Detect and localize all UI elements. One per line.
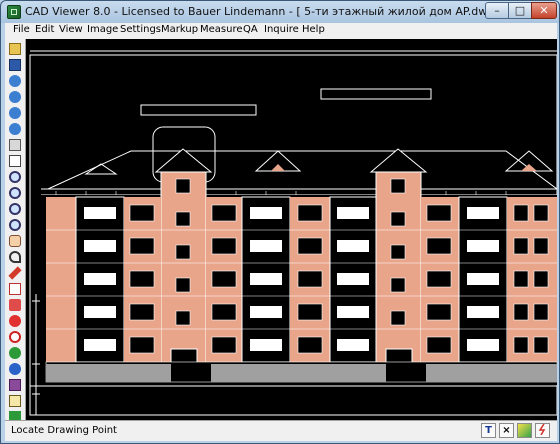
- open-icon[interactable]: [7, 41, 23, 57]
- lightning-icon: [538, 423, 546, 436]
- redline-icon[interactable]: [7, 345, 23, 361]
- menu-view[interactable]: View: [59, 24, 83, 35]
- undo-icon[interactable]: [7, 249, 23, 265]
- print-icon[interactable]: [7, 137, 23, 153]
- menu-inquire[interactable]: Inquire: [264, 24, 299, 35]
- stamp-icon[interactable]: [7, 329, 23, 345]
- menu-edit[interactable]: Edit: [35, 24, 54, 35]
- window-title: CAD Viewer 8.0 - Licensed to Bauer Linde…: [25, 5, 532, 18]
- zoom-out-icon[interactable]: [7, 201, 23, 217]
- zoom-in-icon[interactable]: [7, 185, 23, 201]
- menu-settings[interactable]: Settings: [120, 24, 161, 35]
- menu-file[interactable]: File: [13, 24, 30, 35]
- next-page-icon[interactable]: [7, 121, 23, 137]
- color-toggle-button[interactable]: [517, 423, 532, 438]
- application-window: CAD Viewer 8.0 - Licensed to Bauer Linde…: [0, 0, 560, 444]
- book-icon[interactable]: [7, 377, 23, 393]
- help-icon[interactable]: [7, 393, 23, 409]
- drawing-canvas[interactable]: [26, 39, 557, 420]
- save-icon[interactable]: [7, 57, 23, 73]
- zoom-icon[interactable]: [7, 169, 23, 185]
- menu-help[interactable]: Help: [302, 24, 325, 35]
- info-icon[interactable]: [7, 361, 23, 377]
- tool-sidebar: [5, 39, 26, 420]
- status-bar: Locate Drawing Point T ×: [5, 420, 557, 441]
- zoom-window-icon[interactable]: [7, 217, 23, 233]
- previous-page-icon[interactable]: [7, 105, 23, 121]
- layers-icon[interactable]: [7, 313, 23, 329]
- minimize-button[interactable]: –: [485, 2, 509, 19]
- maximize-button[interactable]: □: [508, 2, 532, 19]
- text-icon[interactable]: [7, 281, 23, 297]
- menu-qa[interactable]: QA: [243, 24, 258, 35]
- eraser-icon[interactable]: [7, 297, 23, 313]
- menu-bar: File Edit View Image Settings Markup Mea…: [5, 23, 557, 39]
- fit-window-icon[interactable]: [7, 153, 23, 169]
- text-toggle-button[interactable]: T: [481, 423, 496, 438]
- menu-image[interactable]: Image: [87, 24, 118, 35]
- close-button[interactable]: ✕: [531, 2, 557, 19]
- status-text: Locate Drawing Point: [11, 425, 117, 436]
- back-arrow-icon[interactable]: [7, 73, 23, 89]
- title-bar[interactable]: CAD Viewer 8.0 - Licensed to Bauer Linde…: [1, 1, 559, 23]
- menu-measure[interactable]: Measure: [200, 24, 243, 35]
- snap-toggle-button[interactable]: [535, 423, 550, 438]
- menu-markup[interactable]: Markup: [161, 24, 198, 35]
- pan-icon[interactable]: [7, 233, 23, 249]
- pencil-icon[interactable]: [7, 265, 23, 281]
- building-elevation-drawing: [29, 50, 557, 416]
- close-toggle-button[interactable]: ×: [499, 423, 514, 438]
- forward-arrow-icon[interactable]: [7, 89, 23, 105]
- app-icon: [7, 5, 21, 19]
- exit-icon[interactable]: [7, 409, 23, 420]
